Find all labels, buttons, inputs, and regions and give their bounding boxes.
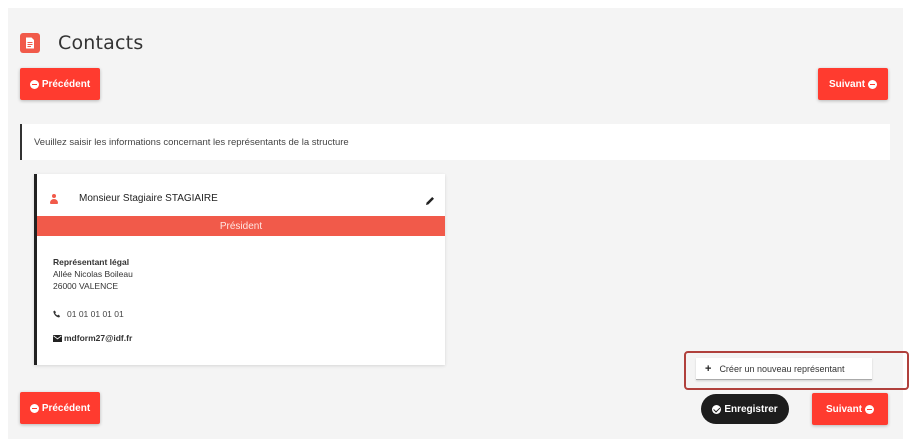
- representative-name: Monsieur Stagiaire STAGIAIRE: [79, 193, 218, 204]
- email-row: mdform27@idf.fr: [53, 333, 132, 343]
- create-representative-button[interactable]: + Créer un nouveau représentant: [696, 358, 872, 380]
- email-address: mdform27@idf.fr: [64, 333, 133, 343]
- check-circle-icon: [712, 404, 722, 414]
- next-button-label: Suivant: [825, 403, 863, 415]
- previous-button-bottom[interactable]: Précédent: [20, 392, 100, 424]
- representative-type: Représentant légal: [53, 257, 130, 267]
- address-line-1: Allée Nicolas Boileau: [53, 269, 133, 279]
- previous-button-label: Précédent: [41, 78, 91, 90]
- next-button-label: Suivant: [828, 78, 866, 90]
- previous-button-label: Précédent: [41, 402, 91, 414]
- phone-number: 01 01 01 01 01: [67, 309, 124, 319]
- user-icon: [49, 194, 58, 204]
- representative-details: Représentant légal Allée Nicolas Boileau…: [53, 256, 133, 292]
- save-button-label: Enregistrer: [724, 403, 778, 415]
- arrow-circle-icon: [868, 79, 878, 89]
- document-icon: [20, 33, 40, 53]
- next-button-top[interactable]: Suivant: [818, 68, 888, 100]
- representative-card: Monsieur Stagiaire STAGIAIRE Président R…: [34, 174, 445, 365]
- save-button[interactable]: Enregistrer: [701, 394, 789, 424]
- phone-row: 01 01 01 01 01: [53, 309, 124, 319]
- arrow-circle-icon: [865, 404, 875, 414]
- envelope-icon: [53, 334, 62, 342]
- pencil-icon[interactable]: [425, 193, 435, 205]
- arrow-circle-icon: [29, 79, 39, 89]
- plus-icon: +: [705, 362, 712, 375]
- arrow-circle-icon: [29, 403, 39, 413]
- info-message: Veuillez saisir les informations concern…: [20, 124, 890, 160]
- address-line-2: 26000 VALENCE: [53, 281, 119, 291]
- phone-icon: [53, 310, 61, 318]
- info-text: Veuillez saisir les informations concern…: [34, 136, 349, 148]
- page-title: Contacts: [58, 32, 144, 54]
- previous-button-top[interactable]: Précédent: [20, 68, 100, 100]
- page-header: Contacts: [20, 32, 143, 54]
- card-header: Monsieur Stagiaire STAGIAIRE: [37, 174, 445, 216]
- create-representative-label: Créer un nouveau représentant: [719, 363, 845, 374]
- next-button-bottom[interactable]: Suivant: [812, 393, 888, 425]
- role-badge: Président: [37, 216, 445, 236]
